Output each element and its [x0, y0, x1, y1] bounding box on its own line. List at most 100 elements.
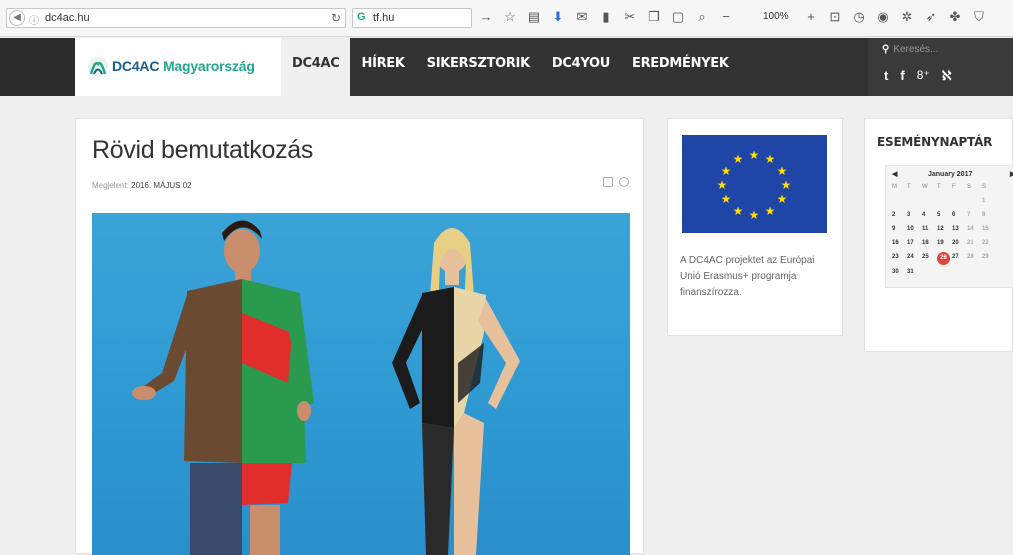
calendar-day[interactable]: 24: [907, 254, 922, 264]
calendar-weekday: T: [907, 184, 911, 190]
twitter-icon[interactable]: t: [884, 68, 888, 84]
nav-item-hirek[interactable]: HÍREK: [350, 38, 415, 96]
calendar-day[interactable]: 21: [967, 240, 982, 250]
svg-text:★: ★: [749, 148, 760, 162]
calendar-month: January 2017: [928, 171, 973, 178]
calendar-day[interactable]: 5: [937, 212, 952, 222]
browser-search-value[interactable]: tf.hu: [373, 12, 394, 24]
calendar-day[interactable]: 13: [952, 226, 967, 236]
addons-icon[interactable]: ✤: [947, 9, 963, 25]
send-icon[interactable]: ➶: [923, 9, 939, 25]
calendar-empty-cell: [967, 198, 982, 208]
calendar-day[interactable]: 28: [967, 254, 982, 264]
calendar-day[interactable]: 31: [907, 269, 922, 279]
site-search-placeholder[interactable]: Keresés...: [893, 44, 938, 55]
calendar-day[interactable]: 27: [952, 254, 967, 264]
meta-date: 2016. MÁJUS 02: [131, 181, 192, 190]
calendar-widget: ◀ January 2017 ▶ M T W T F S S 1 2 3 4 5 6 7 8 9 10 11 12 1…: [885, 165, 1013, 288]
browser-search-field[interactable]: G tf.hu: [352, 8, 472, 28]
email-icon[interactable]: [619, 177, 629, 187]
eu-funding-text: A DC4AC projektet az Európai Unió Erasmu…: [680, 255, 815, 298]
eu-funding-card: ★ ★ ★ ★ ★ ★ ★ ★ ★ ★ ★ ★ A DC4AC projekte…: [667, 118, 843, 336]
search-icon[interactable]: ⚲: [882, 44, 889, 55]
calendar-day[interactable]: 18: [922, 240, 937, 250]
calendar-day[interactable]: 20: [952, 240, 967, 250]
calendar-weekday: S: [982, 184, 987, 190]
svg-text:★: ★: [777, 164, 788, 178]
site-logo[interactable]: DC4AC Magyarország: [75, 38, 281, 96]
calendar-empty-cell: [907, 198, 922, 208]
calendar-day[interactable]: 16: [892, 240, 907, 250]
calendar-day[interactable]: 23: [892, 254, 907, 264]
shield-icon[interactable]: ⛉: [971, 9, 987, 25]
svg-text:★: ★: [733, 152, 744, 166]
calendar-prev-icon[interactable]: ◀: [892, 170, 897, 178]
calendar-day[interactable]: 9: [892, 226, 907, 236]
calendar-day[interactable]: 29: [982, 254, 997, 264]
calendar-day[interactable]: 3: [907, 212, 922, 222]
calendar-weekday: M: [892, 184, 897, 190]
svg-text:★: ★: [749, 208, 760, 222]
calendar-day[interactable]: 22: [982, 240, 997, 250]
zoom-out-icon[interactable]: −: [718, 9, 734, 25]
bookmark-star-icon[interactable]: ☆: [502, 9, 518, 25]
calendar-day[interactable]: 4: [922, 212, 937, 222]
nav-item-eredmenyek[interactable]: EREDMÉNYEK: [621, 38, 740, 96]
nav-item-sikersztorik[interactable]: SIKERSZTORIK: [416, 38, 541, 96]
paste-icon[interactable]: ▢: [670, 9, 686, 25]
info-icon[interactable]: ⓘ: [29, 12, 39, 27]
settings-icon[interactable]: ✲: [899, 9, 915, 25]
calendar-weekday: F: [952, 184, 956, 190]
zoom-in-icon[interactable]: +: [803, 9, 819, 25]
zoom-level[interactable]: 100%: [763, 11, 789, 22]
calendar-empty-cell: [967, 269, 982, 279]
svg-text:★: ★: [721, 192, 732, 206]
reload-icon[interactable]: ↻: [331, 11, 341, 25]
mail-icon[interactable]: ✉: [574, 9, 590, 25]
history-icon[interactable]: ◷: [851, 9, 867, 25]
reading-list-icon[interactable]: ▤: [526, 9, 542, 25]
calendar-day[interactable]: 25: [922, 254, 937, 264]
calendar-day[interactable]: 2: [892, 212, 907, 222]
calendar-day[interactable]: 8: [982, 212, 997, 222]
calendar-day[interactable]: 6: [952, 212, 967, 222]
browser-toolbar: ◀ ⓘ dc4ac.hu ↻ G tf.hu → ☆ ▤ ⬇ ✉ ▮ ✂ ❐ ▢…: [0, 0, 1013, 37]
fullscreen-icon[interactable]: ⊡: [827, 9, 843, 25]
copy-icon[interactable]: ❐: [646, 9, 662, 25]
nav-item-dc4ac[interactable]: DC4AC: [281, 38, 351, 96]
calendar-weekday: T: [937, 184, 941, 190]
site-search[interactable]: ⚲ Keresés...: [882, 44, 938, 55]
calendar-day[interactable]: 17: [907, 240, 922, 250]
back-icon[interactable]: ◀: [9, 10, 25, 26]
calendar-day[interactable]: 10: [907, 226, 922, 236]
download-icon[interactable]: ⬇: [550, 9, 566, 25]
search-engine-icon[interactable]: G: [357, 11, 366, 23]
calendar-day[interactable]: 12: [937, 226, 952, 236]
calendar-empty-cell: [937, 269, 952, 279]
cut-icon[interactable]: ✂: [622, 9, 638, 25]
header-tools: ⚲ Keresés... t f 8⁺ ℵ: [868, 38, 1013, 96]
facebook-icon[interactable]: f: [900, 68, 904, 84]
sync-icon[interactable]: ◉: [875, 9, 891, 25]
calendar-day[interactable]: 1: [982, 198, 997, 208]
svg-text:★: ★: [733, 204, 744, 218]
calendar-day[interactable]: 26: [937, 252, 950, 265]
rss-icon[interactable]: ℵ: [942, 68, 952, 84]
find-icon[interactable]: ⌕: [694, 9, 710, 25]
calendar-day[interactable]: 19: [937, 240, 952, 250]
calendar-weekday: W: [922, 184, 928, 190]
address-bar[interactable]: ◀ ⓘ dc4ac.hu ↻: [6, 8, 346, 28]
calendar-day[interactable]: 15: [982, 226, 997, 236]
google-plus-icon[interactable]: 8⁺: [917, 68, 930, 84]
calendar-day[interactable]: 11: [922, 226, 937, 236]
calendar-day[interactable]: 14: [967, 226, 982, 236]
nav-item-dc4you[interactable]: DC4YOU: [541, 38, 621, 96]
url-text[interactable]: dc4ac.hu: [45, 12, 90, 24]
print-icon[interactable]: [603, 177, 613, 187]
go-icon[interactable]: →: [478, 9, 494, 25]
svg-text:★: ★: [765, 204, 776, 218]
calendar-day[interactable]: 7: [967, 212, 982, 222]
calendar-empty-cell: [892, 198, 907, 208]
page-icon[interactable]: ▮: [598, 9, 614, 25]
calendar-day[interactable]: 30: [892, 269, 907, 279]
